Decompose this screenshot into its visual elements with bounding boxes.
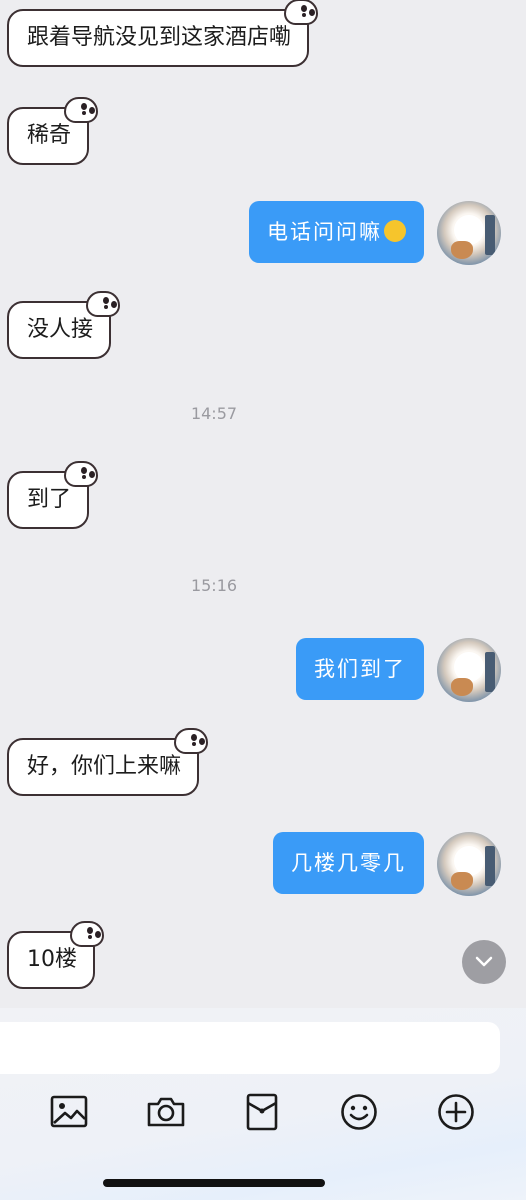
incoming-message[interactable]: 没人接 xyxy=(7,291,121,359)
chat-area: 跟着导航没见到这家酒店嘞 稀奇 电话问问嘛 没人接 14:57 到了 15:16… xyxy=(0,0,526,1008)
image-icon xyxy=(50,1095,88,1128)
message-text: 几楼几零几 xyxy=(291,851,406,875)
ghost-bubble-decoration xyxy=(70,921,104,947)
crying-face-emoji-icon xyxy=(384,220,406,242)
emoji-icon xyxy=(341,1094,377,1130)
image-button[interactable] xyxy=(50,1092,90,1132)
avatar[interactable] xyxy=(437,832,501,896)
home-indicator[interactable] xyxy=(103,1179,325,1187)
incoming-message[interactable]: 到了 xyxy=(7,461,99,529)
camera-icon xyxy=(147,1097,185,1127)
emoji-button[interactable] xyxy=(339,1092,379,1132)
message-text: 稀奇 xyxy=(27,123,72,148)
avatar[interactable] xyxy=(437,638,501,702)
timestamp: 15:16 xyxy=(190,576,238,595)
ghost-bubble-decoration xyxy=(174,728,209,754)
scroll-to-bottom-button[interactable] xyxy=(462,940,506,984)
message-text: 好，你们上来嘛 xyxy=(27,754,182,779)
red-packet-icon xyxy=(246,1093,278,1131)
chevron-down-icon xyxy=(475,956,493,967)
incoming-message[interactable]: 10楼 xyxy=(7,921,104,989)
ghost-bubble-decoration xyxy=(64,461,99,487)
red-packet-button[interactable] xyxy=(243,1092,283,1132)
timestamp: 14:57 xyxy=(190,404,238,423)
message-text: 到了 xyxy=(27,487,72,512)
message-text: 10楼 xyxy=(27,947,77,972)
outgoing-message[interactable]: 几楼几零几 xyxy=(273,832,424,894)
incoming-message[interactable]: 跟着导航没见到这家酒店嘞 xyxy=(7,0,319,67)
message-text: 没人接 xyxy=(27,317,94,342)
ghost-bubble-decoration xyxy=(64,97,99,123)
more-button[interactable] xyxy=(436,1092,476,1132)
message-text: 电话问问嘛 xyxy=(267,220,382,244)
camera-button[interactable] xyxy=(146,1092,186,1132)
message-text: 我们到了 xyxy=(314,657,406,681)
message-text: 跟着导航没见到这家酒店嘞 xyxy=(27,25,292,50)
message-input[interactable] xyxy=(0,1022,500,1074)
input-panel xyxy=(0,1008,526,1200)
outgoing-message[interactable]: 我们到了 xyxy=(296,638,424,700)
incoming-message[interactable]: 好，你们上来嘛 xyxy=(7,728,209,796)
ghost-bubble-decoration xyxy=(284,0,319,25)
avatar[interactable] xyxy=(437,201,501,265)
outgoing-message[interactable]: 电话问问嘛 xyxy=(249,201,424,263)
ghost-bubble-decoration xyxy=(86,291,121,317)
incoming-message[interactable]: 稀奇 xyxy=(7,97,99,165)
plus-icon xyxy=(438,1094,474,1130)
